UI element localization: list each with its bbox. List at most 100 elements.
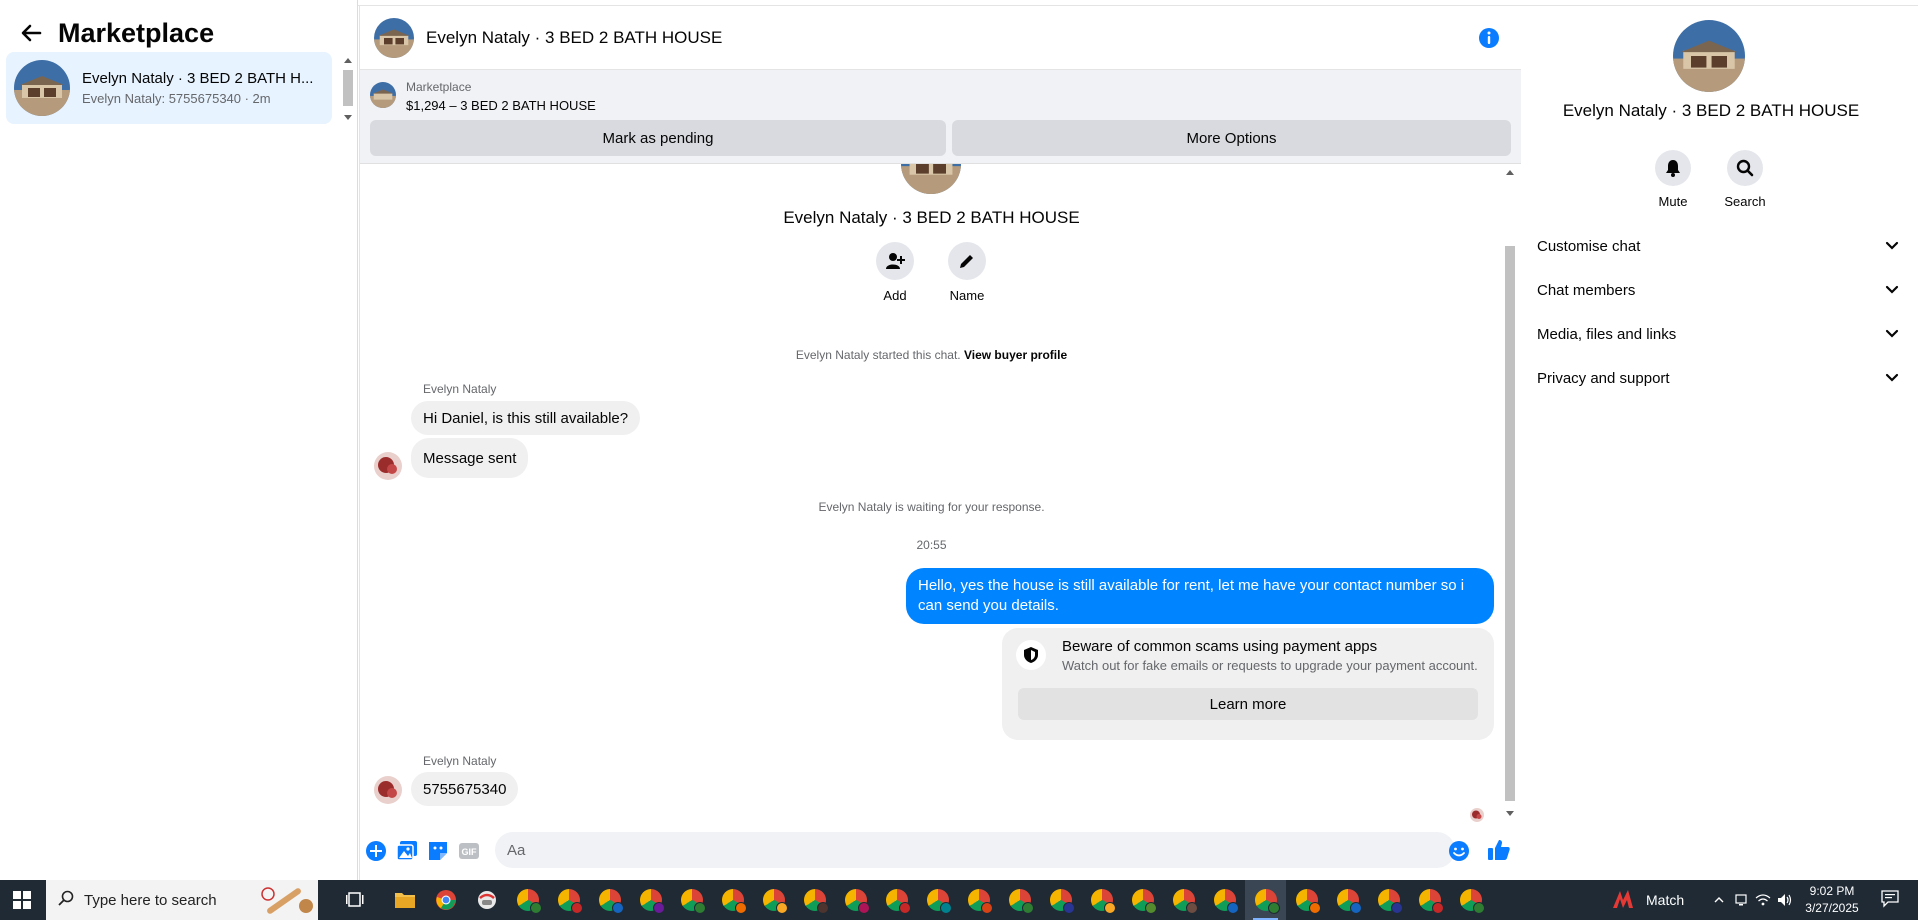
chevron-down-icon bbox=[1885, 329, 1899, 338]
privacy-support-row[interactable]: Privacy and support bbox=[1537, 360, 1899, 396]
chrome-profile-icon[interactable] bbox=[1081, 880, 1122, 920]
media-files-links-row[interactable]: Media, files and links bbox=[1537, 316, 1899, 352]
chrome-icon[interactable] bbox=[425, 880, 466, 920]
listing-source: Marketplace bbox=[406, 80, 472, 94]
chrome-profile-icon[interactable] bbox=[1327, 880, 1368, 920]
scroll-down-icon[interactable] bbox=[1506, 811, 1514, 816]
chrome-profile-icon[interactable] bbox=[630, 880, 671, 920]
plus-circle-icon[interactable] bbox=[365, 840, 387, 862]
chat-header: Evelyn Nataly · 3 BED 2 BATH HOUSE bbox=[360, 6, 1521, 70]
media-files-links-label: Media, files and links bbox=[1537, 325, 1677, 343]
chat-started-notice: Evelyn Nataly started this chat. View bu… bbox=[360, 348, 1503, 362]
search-icon bbox=[58, 890, 74, 910]
match-logo-icon bbox=[1613, 890, 1633, 908]
incoming-message[interactable]: Message sent bbox=[411, 438, 529, 478]
display-icon[interactable] bbox=[1730, 880, 1752, 920]
conversation-avatar bbox=[14, 60, 70, 116]
emoji-icon[interactable] bbox=[1448, 840, 1470, 862]
svg-text:GIF: GIF bbox=[462, 847, 478, 857]
notification-icon[interactable] bbox=[1880, 888, 1904, 912]
scroll-up-icon[interactable] bbox=[344, 58, 352, 63]
chrome-profile-icon[interactable] bbox=[794, 880, 835, 920]
listing-price-title[interactable]: $1,294 – 3 BED 2 BATH HOUSE bbox=[406, 98, 596, 113]
photo-icon[interactable] bbox=[396, 840, 418, 862]
message-input[interactable] bbox=[495, 832, 1455, 868]
chrome-profile-icon[interactable] bbox=[507, 880, 548, 920]
sidebar-header: Marketplace bbox=[18, 18, 214, 48]
conversation-info-panel: Evelyn Nataly · 3 BED 2 BATH HOUSE Mute … bbox=[1521, 6, 1918, 880]
chrome-profile-icon[interactable] bbox=[1204, 880, 1245, 920]
scroll-down-icon[interactable] bbox=[344, 115, 352, 120]
intro-avatar bbox=[901, 164, 961, 194]
add-people-button[interactable]: Add bbox=[865, 242, 925, 303]
chat-started-text: Evelyn Nataly started this chat. bbox=[795, 348, 961, 362]
incoming-message[interactable]: Hi Daniel, is this still available? bbox=[411, 401, 641, 435]
message-list[interactable]: Evelyn Nataly · 3 BED 2 BATH HOUSE Add N… bbox=[360, 164, 1521, 824]
windows-start-icon[interactable] bbox=[0, 880, 44, 920]
chrome-profile-icon[interactable] bbox=[1040, 880, 1081, 920]
chrome-profile-icon[interactable] bbox=[1409, 880, 1450, 920]
sender-avatar[interactable] bbox=[374, 452, 402, 480]
sidebar-title: Marketplace bbox=[58, 17, 215, 48]
chat-header-avatar[interactable] bbox=[374, 17, 414, 58]
mute-button[interactable]: Mute bbox=[1643, 150, 1703, 209]
chrome-profile-icon[interactable] bbox=[671, 880, 712, 920]
info-name: Evelyn Nataly · 3 BED 2 BATH HOUSE bbox=[1562, 101, 1860, 120]
chrome-profile-icon[interactable] bbox=[589, 880, 630, 920]
chrome-profile-icon[interactable] bbox=[1122, 880, 1163, 920]
scroll-up-icon[interactable] bbox=[1506, 170, 1514, 175]
incoming-message[interactable]: 5755675340 bbox=[411, 772, 519, 806]
network-icon[interactable] bbox=[1752, 880, 1774, 920]
scam-warning-card: Beware of common scams using payment app… bbox=[1002, 628, 1494, 740]
thumbs-up-icon[interactable] bbox=[1487, 838, 1511, 862]
scroll-thumb[interactable] bbox=[343, 70, 353, 106]
learn-more-button[interactable]: Learn more bbox=[1018, 688, 1478, 720]
chrome-profile-icon[interactable] bbox=[876, 880, 917, 920]
chrome-profile-icon[interactable] bbox=[917, 880, 958, 920]
gif-icon[interactable]: GIF bbox=[458, 840, 480, 862]
match-app-button[interactable]: Match bbox=[1610, 880, 1684, 920]
conversation-preview: Evelyn Nataly: 5755675340 · 2m bbox=[82, 91, 271, 106]
customise-chat-label: Customise chat bbox=[1537, 237, 1641, 255]
match-label: Match bbox=[1646, 892, 1685, 908]
info-icon[interactable] bbox=[1477, 26, 1501, 50]
customise-chat-row[interactable]: Customise chat bbox=[1537, 228, 1899, 264]
chrome-profile-icon[interactable] bbox=[1368, 880, 1409, 920]
composer: GIF bbox=[360, 828, 1521, 874]
taskbar-clock[interactable]: 9:02 PM 3/27/2025 bbox=[1792, 883, 1872, 917]
conversation-item[interactable]: Evelyn Nataly · 3 BED 2 BATH H... Evelyn… bbox=[6, 52, 332, 124]
chrome-profile-icon[interactable] bbox=[1450, 880, 1491, 920]
mark-as-pending-button[interactable]: Mark as pending bbox=[370, 120, 946, 156]
chrome-profile-icon[interactable] bbox=[958, 880, 999, 920]
sidebar: Marketplace Evelyn Nataly · 3 BED 2 BATH… bbox=[0, 0, 358, 880]
search-in-chat-button[interactable]: Search bbox=[1715, 150, 1775, 209]
game-app-icon[interactable] bbox=[466, 880, 507, 920]
chrome-profile-icon[interactable] bbox=[753, 880, 794, 920]
chevron-up-icon[interactable] bbox=[1708, 880, 1730, 920]
outgoing-message[interactable]: Hello, yes the house is still available … bbox=[906, 568, 1494, 624]
chat-members-row[interactable]: Chat members bbox=[1537, 272, 1899, 308]
edit-name-button[interactable]: Name bbox=[937, 242, 997, 303]
windows-taskbar: Type here to search Match 9:02 PM 3/27/2… bbox=[0, 880, 1918, 920]
back-arrow-icon[interactable] bbox=[18, 20, 44, 46]
sticker-icon[interactable] bbox=[427, 840, 449, 862]
view-buyer-profile-link[interactable]: View buyer profile bbox=[964, 348, 1067, 362]
chrome-profile-icon[interactable] bbox=[1286, 880, 1327, 920]
system-tray bbox=[1708, 880, 1796, 920]
chrome-profile-icon-active[interactable] bbox=[1245, 880, 1286, 920]
info-avatar[interactable] bbox=[1673, 20, 1745, 92]
chrome-profile-icon[interactable] bbox=[835, 880, 876, 920]
file-explorer-icon[interactable] bbox=[384, 880, 425, 920]
sidebar-scrollbar[interactable] bbox=[342, 52, 354, 124]
more-options-button[interactable]: More Options bbox=[952, 120, 1511, 156]
sender-name: Evelyn Nataly bbox=[423, 754, 497, 768]
chrome-profile-icon[interactable] bbox=[1163, 880, 1204, 920]
task-view-icon[interactable] bbox=[344, 888, 368, 912]
chrome-profile-icon[interactable] bbox=[999, 880, 1040, 920]
chrome-profile-icon[interactable] bbox=[548, 880, 589, 920]
chat-scrollbar[interactable] bbox=[1503, 166, 1517, 818]
chrome-profile-icon[interactable] bbox=[712, 880, 753, 920]
add-label: Add bbox=[883, 288, 907, 303]
scroll-thumb[interactable] bbox=[1505, 246, 1515, 801]
sender-avatar[interactable] bbox=[374, 776, 402, 804]
